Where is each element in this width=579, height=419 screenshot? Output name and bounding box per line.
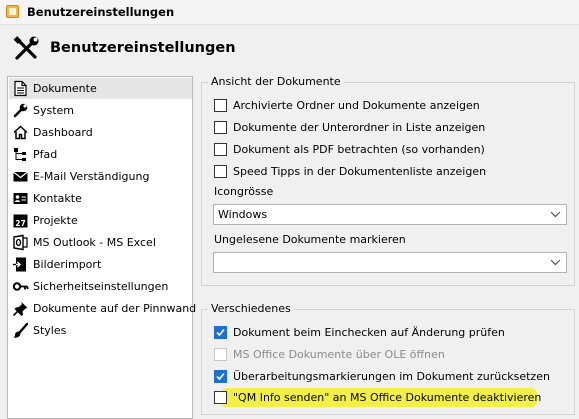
checkbox-label: MS Office Dokumente über OLE öffnen: [233, 348, 445, 361]
icon-size-select[interactable]: Windows: [213, 204, 567, 225]
checkmark-icon: [216, 372, 225, 381]
sidebar-item-dashboard[interactable]: Dashboard: [9, 122, 192, 143]
checkbox-box[interactable]: [214, 165, 227, 178]
sidebar-item-label: MS Outlook - MS Excel: [33, 236, 156, 249]
group-legend: Ansicht der Dokumente: [208, 75, 344, 88]
title-bar: Benutzereinstellungen: [0, 0, 579, 25]
checkbox-label: Dokument beim Einchecken auf Änderung pr…: [233, 326, 505, 339]
sidebar-item-bilderimport[interactable]: Bilderimport: [9, 254, 192, 275]
sidebar-item-pinnwand[interactable]: Dokumente auf der Pinnwand: [9, 298, 196, 319]
chevron-down-icon: [550, 259, 561, 266]
calendar-icon: 27: [13, 214, 28, 228]
unread-select[interactable]: [213, 252, 567, 273]
wrench-icon: [13, 103, 28, 118]
sidebar-item-sicherheit[interactable]: Sicherheitseinstellungen: [9, 276, 192, 297]
settings-sidebar: Dokumente System Dashboard Pfad E-Mail V…: [7, 76, 196, 419]
unread-label: Ungelesene Dokumente markieren: [214, 233, 406, 246]
sidebar-item-label: Sicherheitseinstellungen: [33, 280, 169, 293]
page-header: Benutzereinstellungen: [0, 25, 579, 71]
checkbox-box[interactable]: [214, 99, 227, 112]
checkbox-label: "QM Info senden" an MS Office Dokumente …: [233, 391, 542, 404]
folder-app-icon: [6, 5, 19, 18]
key-icon: [12, 282, 29, 291]
sidebar-item-label: Dashboard: [33, 126, 93, 139]
checkbox-label: Speed Tipps in der Dokumentenliste anzei…: [233, 165, 487, 178]
mail-icon: [13, 171, 28, 182]
checkbox-box[interactable]: [214, 121, 227, 134]
group-legend: Verschiedenes: [208, 302, 294, 315]
sidebar-item-label: Dokumente auf der Pinnwand: [33, 302, 197, 315]
tools-icon: [13, 36, 39, 60]
checkbox-label: Archivierte Ordner und Dokumente anzeige…: [233, 99, 480, 112]
checkbox-label: Überarbeitungsmarkierungen im Dokument z…: [233, 370, 550, 383]
sidebar-item-label: Styles: [33, 324, 67, 337]
checkbox-box[interactable]: [214, 143, 227, 156]
sidebar-item-system[interactable]: System: [9, 100, 192, 121]
sidebar-item-kontakte[interactable]: Kontakte: [9, 188, 192, 209]
sidebar-item-styles[interactable]: Styles: [9, 320, 192, 341]
pin-icon: [12, 301, 28, 317]
office-icon: [13, 234, 28, 251]
checkbox-box[interactable]: [214, 391, 227, 404]
sidebar-item-projekte[interactable]: 27 Projekte: [9, 210, 192, 231]
sidebar-item-label: Bilderimport: [33, 258, 102, 271]
sidebar-item-outlook-excel[interactable]: MS Outlook - MS Excel: [9, 232, 192, 253]
checkbox-box[interactable]: [214, 370, 227, 383]
svg-text:27: 27: [15, 219, 25, 228]
page-title: Benutzereinstellungen: [50, 40, 236, 56]
select-value: Windows: [218, 208, 268, 221]
checkbox-label: Dokumente der Unterordner in Liste anzei…: [233, 121, 486, 134]
image-import-icon: [13, 257, 26, 272]
verschiedenes-group: Verschiedenes Dokument beim Einchecken a…: [201, 302, 575, 415]
checkbox-label: Dokument als PDF betrachten (so vorhande…: [233, 143, 485, 156]
sidebar-item-label: Dokumente: [33, 82, 97, 95]
sidebar-item-label: Projekte: [33, 214, 78, 227]
tree-icon: [14, 148, 26, 161]
checkbox-box: [214, 348, 227, 361]
sidebar-item-pfad[interactable]: Pfad: [9, 144, 192, 165]
sidebar-item-label: Kontakte: [33, 192, 82, 205]
icon-size-label: Icongrösse: [214, 185, 274, 198]
window-title: Benutzereinstellungen: [27, 5, 175, 19]
sidebar-item-dokumente[interactable]: Dokumente: [9, 78, 192, 99]
sidebar-item-label: System: [33, 104, 75, 117]
contact-card-icon: [13, 193, 28, 204]
home-icon: [13, 125, 28, 140]
sidebar-item-email[interactable]: E-Mail Verständigung: [9, 166, 192, 187]
checkbox-box[interactable]: [214, 326, 227, 339]
document-icon: [14, 80, 27, 97]
ansicht-group: Ansicht der Dokumente Archivierte Ordner…: [201, 75, 575, 286]
paintbrush-icon: [13, 322, 29, 338]
chevron-down-icon: [550, 211, 561, 218]
checkmark-icon: [216, 328, 225, 337]
sidebar-item-label: Pfad: [33, 148, 58, 161]
sidebar-item-label: E-Mail Verständigung: [33, 170, 150, 183]
